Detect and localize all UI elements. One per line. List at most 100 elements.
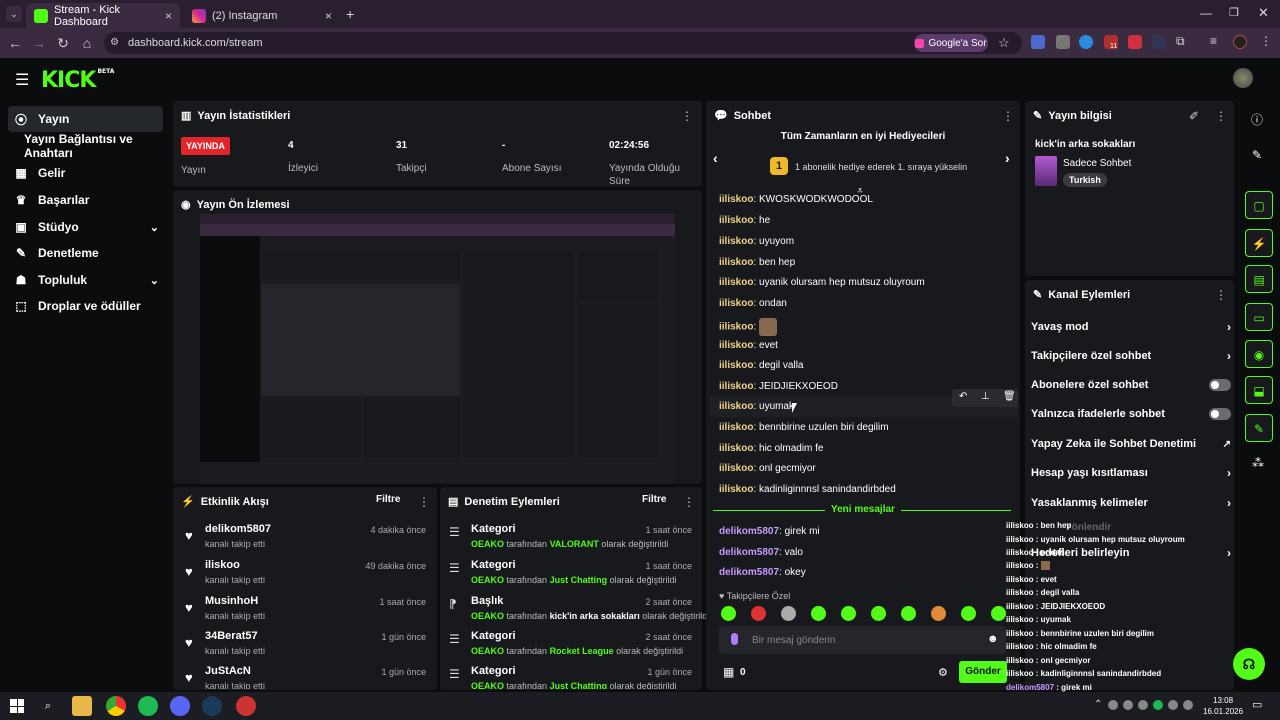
chevron-right-icon[interactable]: ›	[1005, 150, 1010, 166]
chat-username[interactable]: iiliskoo	[719, 340, 753, 351]
subscribers-only-row[interactable]: Abonelere özel sohbet	[1031, 374, 1231, 396]
chat-username[interactable]: iiliskoo	[719, 322, 753, 333]
chat-username[interactable]: delikom5807	[719, 547, 779, 558]
sidebar-item-community[interactable]: ☗ Topluluk ⌄	[8, 267, 163, 293]
category-name[interactable]: Sadece Sohbet	[1063, 158, 1131, 169]
tab-search-button[interactable]: ⌄	[6, 6, 22, 22]
chat-username[interactable]: iiliskoo	[719, 194, 753, 202]
clock-time[interactable]: 13:08	[1213, 696, 1233, 705]
delete-icon[interactable]: 🗑	[1003, 391, 1016, 402]
sidebar-item-drops[interactable]: ⬚ Droplar ve ödüller	[8, 293, 163, 319]
chat-username[interactable]: delikom5807	[719, 526, 779, 537]
bookmark-star-icon[interactable]: ☆	[998, 35, 1010, 51]
pin-icon[interactable]: ⊥	[981, 391, 990, 402]
chat-username[interactable]: iiliskoo	[719, 236, 753, 247]
browser-menu-icon[interactable]: ⋮	[1260, 34, 1272, 48]
rail-button-actions[interactable]: ✎	[1245, 414, 1273, 442]
reply-icon[interactable]: ↶	[959, 391, 967, 402]
chat-username[interactable]: delikom5807	[719, 567, 779, 578]
rail-button-chat[interactable]: ▭	[1245, 303, 1273, 331]
edit-layout-icon[interactable]: ✎	[1252, 148, 1262, 162]
windows-start-icon[interactable]	[10, 699, 24, 713]
info-icon[interactable]: ⓘ	[1251, 111, 1263, 128]
events-filter-button[interactable]: Filtre	[376, 494, 400, 505]
back-arrow-icon[interactable]: ←	[6, 34, 24, 52]
steam-icon[interactable]	[202, 696, 222, 716]
chat-username[interactable]: iiliskoo	[719, 298, 753, 309]
notifications-icon[interactable]: ▭	[1252, 698, 1262, 711]
tray-chevron-icon[interactable]: ⌃	[1094, 699, 1102, 710]
more-options-icon[interactable]: ⋮	[681, 109, 693, 123]
minimize-window-icon[interactable]: —	[1200, 6, 1212, 20]
rail-button-events[interactable]: ⚡	[1245, 229, 1273, 257]
restore-window-icon[interactable]: ❐	[1229, 6, 1239, 19]
close-tab-icon[interactable]: ×	[325, 9, 332, 23]
rail-button-info[interactable]: ⬓	[1245, 376, 1273, 404]
chat-username[interactable]: iiliskoo	[719, 484, 753, 495]
extension-icon[interactable]	[1152, 35, 1166, 49]
emotes-only-toggle[interactable]	[1209, 408, 1231, 420]
chat-username[interactable]: iiliskoo	[719, 277, 753, 288]
translate-extension-icon[interactable]	[1031, 35, 1045, 49]
extension-icon[interactable]	[1056, 35, 1070, 49]
sidebar-item-revenue[interactable]: ▦ Gelir	[8, 160, 163, 186]
forward-arrow-icon[interactable]: →	[30, 34, 48, 52]
emote-icon[interactable]	[871, 606, 886, 621]
emote-icon[interactable]	[841, 606, 856, 621]
chat-username[interactable]: iiliskoo	[719, 401, 753, 412]
chat-username[interactable]: iiliskoo	[719, 422, 753, 433]
extension-icon[interactable]	[1128, 35, 1142, 49]
followers-only-row[interactable]: Takipçilere özel sohbet ›	[1031, 345, 1231, 367]
sidebar-item-achievements[interactable]: ♛ Başarılar	[8, 187, 163, 213]
profile-avatar-icon[interactable]	[1233, 35, 1247, 49]
new-tab-button[interactable]: +	[346, 6, 354, 22]
emote-icon[interactable]	[781, 606, 796, 621]
hamburger-menu-icon[interactable]: ☰	[15, 70, 29, 90]
support-chat-button[interactable]: ☊	[1233, 648, 1265, 680]
chrome-icon[interactable]	[106, 696, 126, 716]
site-info-icon[interactable]: ⚙	[110, 37, 119, 48]
event-username[interactable]: MusinhoH	[205, 595, 258, 607]
sidebar-item-stream-key[interactable]: Yayın Bağlantısı ve Anahtarı	[18, 132, 173, 160]
gift-icon[interactable]: ▦	[723, 665, 734, 679]
more-options-icon[interactable]: ⋮	[683, 495, 695, 509]
more-options-icon[interactable]: ⋮	[1215, 288, 1227, 302]
chat-username[interactable]: iiliskoo	[719, 257, 753, 268]
chat-username[interactable]: iiliskoo	[719, 381, 753, 392]
extensions-puzzle-icon[interactable]: ⧉	[1176, 34, 1185, 49]
chat-username[interactable]: iiliskoo	[719, 215, 753, 226]
edit-icon[interactable]: ✐	[1189, 109, 1199, 123]
ask-google-button[interactable]: Google'a Sor	[914, 34, 988, 52]
url-bar[interactable]: dashboard.kick.com/stream	[104, 32, 1022, 54]
tab-kick-dashboard[interactable]: Stream - Kick Dashboard ×	[26, 3, 180, 28]
kick-logo[interactable]: KICK BETA	[41, 68, 114, 93]
emotes-only-row[interactable]: Yalnızca ifadelerle sohbet	[1031, 403, 1231, 425]
event-username[interactable]: iliskoo	[205, 559, 240, 571]
emote-icon[interactable]	[751, 606, 766, 621]
banned-words-row[interactable]: Yasaklanmış kelimeler ›	[1031, 492, 1231, 514]
file-explorer-icon[interactable]	[72, 696, 92, 716]
rail-button-stats[interactable]: ◉	[1245, 340, 1273, 368]
more-options-icon[interactable]: ⋮	[1215, 109, 1227, 123]
emote-icon[interactable]	[811, 606, 826, 621]
new-messages-label[interactable]: Yeni mesajlar	[825, 504, 901, 515]
emote-icon[interactable]	[721, 606, 736, 621]
app-icon[interactable]	[236, 696, 256, 716]
event-username[interactable]: JuStAcN	[205, 665, 251, 677]
user-avatar[interactable]	[1233, 68, 1253, 88]
extension-icon[interactable]	[1079, 35, 1093, 49]
more-options-icon[interactable]: ⋮	[418, 495, 430, 509]
sidebar-item-moderation[interactable]: ✎ Denetleme	[8, 240, 163, 266]
send-button[interactable]: Gönder	[959, 661, 1007, 683]
rail-button-preview[interactable]: ▢	[1245, 191, 1273, 219]
chat-username[interactable]: iiliskoo	[719, 360, 753, 371]
spotify-icon[interactable]	[138, 696, 158, 716]
discord-icon[interactable]	[170, 696, 190, 716]
sidebar-item-studio[interactable]: ▣ Stüdyo ⌄	[8, 214, 163, 240]
media-controls-icon[interactable]: ≡	[1210, 34, 1217, 48]
stream-preview-video[interactable]	[200, 214, 675, 482]
chat-username[interactable]: iiliskoo	[719, 443, 753, 454]
emote-icon[interactable]	[991, 606, 1006, 621]
mod-filter-button[interactable]: Filtre	[642, 494, 666, 505]
more-options-icon[interactable]: ⋮	[1002, 109, 1014, 123]
